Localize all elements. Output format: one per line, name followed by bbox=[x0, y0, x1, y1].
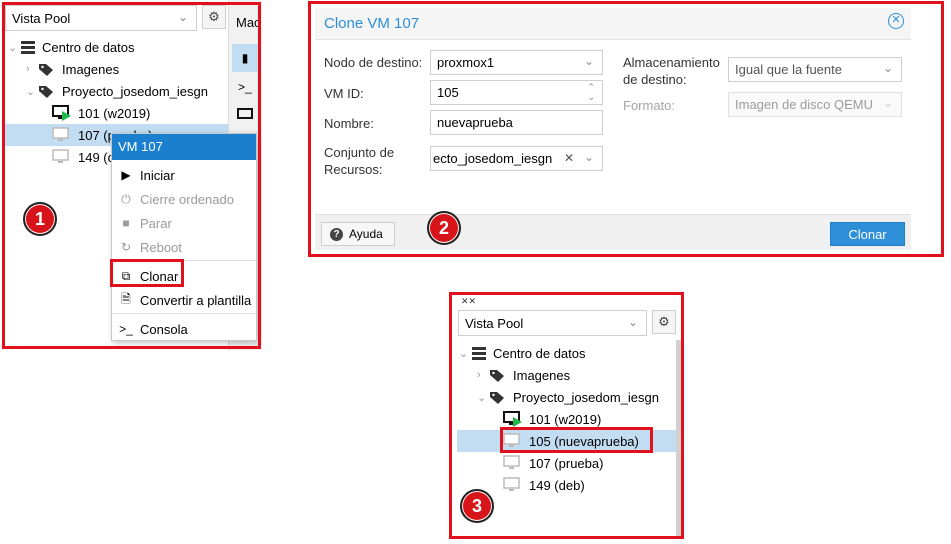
panel-3-frame bbox=[449, 292, 684, 539]
panel-2-frame bbox=[308, 1, 944, 257]
panel-1-frame bbox=[2, 2, 261, 349]
